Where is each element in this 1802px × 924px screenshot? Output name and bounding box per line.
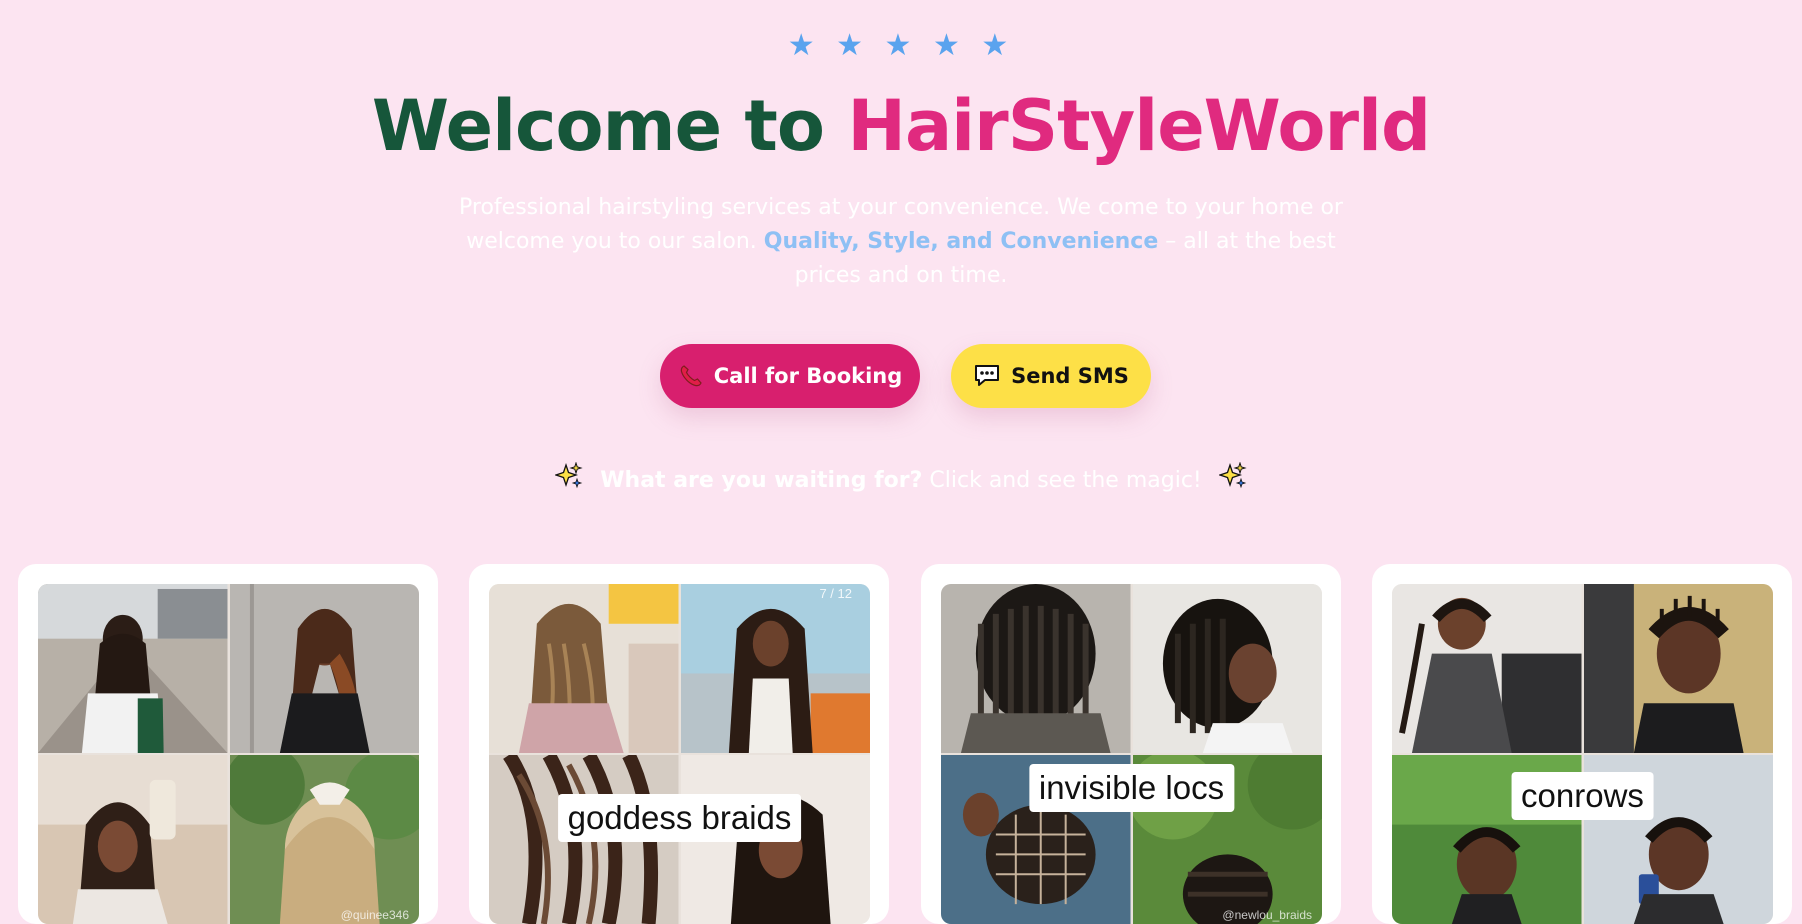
sparkles-icon — [554, 461, 583, 500]
call-for-booking-button[interactable]: Call for Booking — [660, 344, 920, 408]
photo-tile: @quinee346 — [229, 755, 419, 924]
page-title: Welcome to HairStyleWorld — [0, 78, 1802, 174]
cta-text: Click and see the magic! — [929, 468, 1202, 493]
photo-tile — [1132, 584, 1322, 753]
gallery-card[interactable]: @quinee346 — [18, 564, 438, 924]
title-prefix: Welcome to — [371, 85, 825, 167]
photo-tile — [229, 584, 419, 753]
photo-tile — [38, 584, 228, 753]
style-label: invisible locs — [1028, 764, 1235, 812]
hairstyle-photo[interactable]: 7 / 12 goddess braids — [489, 584, 870, 924]
photo-tile — [1392, 584, 1582, 753]
cta-question: What are you waiting for? — [600, 468, 923, 493]
style-label: conrows — [1511, 772, 1654, 820]
photo-tile — [1583, 584, 1773, 753]
hairstyle-photo[interactable]: conrows — [1392, 584, 1773, 924]
rating-stars: ★ ★ ★ ★ ★ — [787, 28, 1015, 63]
send-sms-button[interactable]: Send SMS — [951, 344, 1151, 408]
cta-tagline: What are you waiting for? Click and see … — [0, 461, 1802, 500]
photo-tile — [941, 584, 1131, 753]
gallery-card[interactable]: @newlou_braids invisible locs — [921, 564, 1341, 924]
hairstyle-photo[interactable]: @newlou_braids invisible locs — [941, 584, 1322, 924]
hairstyle-photo[interactable]: @quinee346 — [38, 584, 419, 924]
telephone-icon — [678, 363, 704, 389]
gallery-card[interactable]: conrows — [1372, 564, 1792, 924]
subtitle-highlight: Quality, Style, and Convenience — [763, 229, 1159, 254]
photo-tile — [489, 584, 679, 753]
photo-watermark: @newlou_braids — [1222, 908, 1312, 922]
speech-bubble-icon — [973, 363, 1001, 389]
style-label: goddess braids — [557, 794, 802, 842]
sms-button-label: Send SMS — [1011, 364, 1129, 388]
sparkles-icon — [1217, 461, 1247, 500]
photo-tile: 7 / 12 — [680, 584, 870, 753]
title-brand: HairStyleWorld — [847, 85, 1431, 167]
photo-watermark: @quinee346 — [340, 908, 409, 922]
hero-subtitle: Professional hairstyling services at you… — [446, 191, 1356, 293]
photo-tile — [38, 755, 228, 924]
call-button-label: Call for Booking — [713, 364, 903, 388]
gallery-card[interactable]: 7 / 12 goddess braids — [469, 564, 889, 924]
slide-counter: 7 / 12 — [819, 586, 852, 601]
